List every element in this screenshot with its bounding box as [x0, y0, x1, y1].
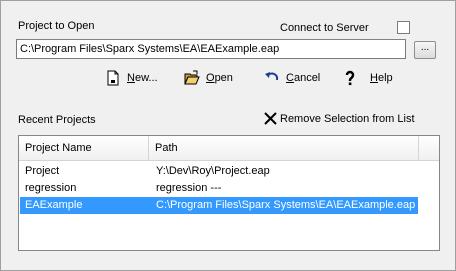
project-path-input[interactable] — [16, 39, 406, 59]
x-cross-icon — [263, 111, 279, 127]
project-name-cell: regression — [25, 182, 77, 194]
cancel-button[interactable]: Cancel — [264, 68, 320, 88]
help-button-label: Help — [370, 72, 393, 84]
remove-selection-button[interactable]: Remove Selection from List — [263, 109, 415, 129]
table-row[interactable]: Project Y:\Dev\Roy\Project.eap — [20, 163, 418, 180]
cancel-button-label: Cancel — [286, 72, 321, 84]
project-path-cell: C:\Program Files\Sparx Systems\EA\EAExam… — [156, 199, 416, 211]
connect-to-server-checkbox[interactable] — [397, 21, 410, 34]
browse-button[interactable]: ... — [414, 41, 436, 59]
table-row-selected[interactable]: EAExample C:\Program Files\Sparx Systems… — [20, 197, 418, 214]
help-button[interactable]: Help — [342, 68, 393, 88]
new-document-icon — [105, 70, 121, 86]
new-button[interactable]: New... — [105, 68, 158, 88]
undo-arrow-icon — [264, 70, 280, 86]
project-name-cell: EAExample — [25, 199, 83, 211]
column-header-filler — [419, 136, 439, 160]
open-project-dialog: Project to Open Connect to Server ... Ne… — [0, 0, 456, 271]
recent-projects-label: Recent Projects — [18, 114, 96, 126]
new-button-label: New... — [127, 72, 158, 84]
open-button[interactable]: Open — [184, 68, 233, 88]
column-header-path[interactable]: Path — [149, 136, 419, 160]
open-folder-icon — [184, 70, 200, 86]
list-header: Project Name Path — [19, 136, 439, 161]
project-name-cell: Project — [25, 165, 60, 177]
remove-selection-label: Remove Selection from List — [280, 113, 415, 125]
project-path-cell: Y:\Dev\Roy\Project.eap — [156, 165, 270, 177]
column-header-project-name[interactable]: Project Name — [19, 136, 149, 160]
connect-to-server-label: Connect to Server — [280, 22, 369, 34]
question-mark-icon — [342, 70, 358, 86]
recent-projects-list[interactable]: Project Name Path Project Y:\Dev\Roy\Pro… — [18, 135, 440, 251]
open-button-label: Open — [206, 72, 233, 84]
project-to-open-label: Project to Open — [18, 20, 95, 32]
table-row[interactable]: regression regression --- DBType=0;Conne… — [20, 180, 418, 211]
